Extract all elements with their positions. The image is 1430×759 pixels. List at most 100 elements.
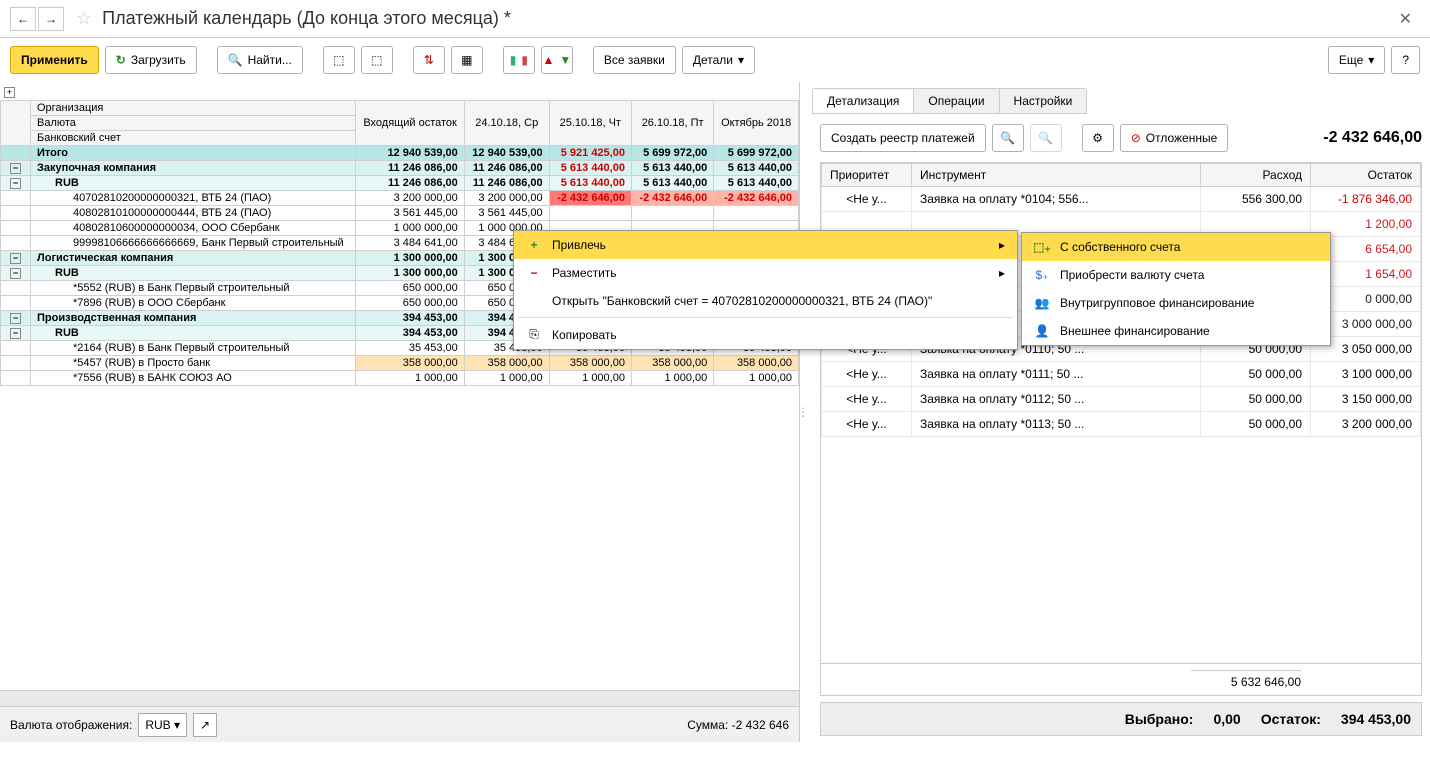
clear-search-icon-button[interactable]: 🔍 [1030,124,1062,152]
toolbar-icon-1[interactable]: ⬚ [323,46,355,74]
cell-value[interactable]: 394 453,00 [356,326,464,341]
cell-value[interactable]: 35 453,00 [356,341,464,356]
cell-value[interactable]: 3 561 445,00 [464,206,549,221]
cell-value[interactable] [631,206,713,221]
more-button[interactable]: Еще▾ [1328,46,1385,74]
ctx-buy-currency[interactable]: $₊ Приобрести валюту счета [1022,261,1330,289]
cell-value[interactable]: 11 246 086,00 [464,161,549,176]
cell-value[interactable]: 5 613 440,00 [631,161,713,176]
cell-value[interactable]: 358 000,00 [714,356,799,371]
cell-value[interactable]: 5 699 972,00 [631,146,713,161]
tree-toggle-icon[interactable]: − [10,163,21,174]
grid-row[interactable]: *5457 (RUB) в Просто банк358 000,00358 0… [1,356,799,371]
cell-value[interactable]: 3 200 000,00 [356,191,464,206]
ctx-external[interactable]: 👤 Внешнее финансирование [1022,317,1330,345]
col-account[interactable]: Банковский счет [31,131,356,146]
detail-row[interactable]: <Не у...Заявка на оплату *0112; 50 ...50… [822,387,1421,412]
help-button[interactable]: ? [1391,46,1420,74]
tree-toggle-icon[interactable]: − [10,328,21,339]
cell-value[interactable] [549,206,631,221]
cell-value[interactable]: -2 432 646,00 [714,191,799,206]
cell-value[interactable]: 1 000,00 [549,371,631,386]
cell-value[interactable]: 358 000,00 [549,356,631,371]
horizontal-scrollbar[interactable] [0,690,799,706]
col-currency[interactable]: Валюта [31,116,356,131]
nav-forward-button[interactable]: → [38,7,64,31]
cell-value[interactable]: 5 613 440,00 [714,176,799,191]
cell-value[interactable]: 358 000,00 [464,356,549,371]
display-currency-select[interactable]: RUB ▾ [138,713,187,737]
col-balance[interactable]: Остаток [1311,164,1421,187]
deferred-button[interactable]: ⊘Отложенные [1120,124,1229,152]
col-instrument[interactable]: Инструмент [912,164,1201,187]
load-button[interactable]: ↻Загрузить [105,46,197,74]
expand-all-icon[interactable]: + [4,87,15,98]
grid-row[interactable]: −Закупочная компания11 246 086,0011 246 … [1,161,799,176]
detail-row[interactable]: <Не у...Заявка на оплату *0104; 556...55… [822,187,1421,212]
tree-toggle-icon[interactable]: − [10,178,21,189]
cell-value[interactable]: 358 000,00 [631,356,713,371]
find-button[interactable]: 🔍Найти... [217,46,303,74]
currency-open-button[interactable]: ↗ [193,713,217,737]
detail-row[interactable]: <Не у...Заявка на оплату *0111; 50 ...50… [822,362,1421,387]
sort-icon-button[interactable]: ▲▼ [541,46,573,74]
cell-value[interactable]: 1 000 000,00 [356,221,464,236]
nav-back-button[interactable]: ← [10,7,36,31]
ctx-attract[interactable]: + Привлечь ▸ [514,231,1017,259]
grid-row[interactable]: *7556 (RUB) в БАНК СОЮЗ АО1 000,001 000,… [1,371,799,386]
cell-value[interactable]: 12 940 539,00 [356,146,464,161]
cell-value[interactable]: 1 300 000,00 [356,266,464,281]
details-button[interactable]: Детали▾ [682,46,755,74]
cell-value[interactable]: 650 000,00 [356,281,464,296]
cell-value[interactable]: 5 699 972,00 [714,146,799,161]
tree-toggle-icon[interactable]: − [10,313,21,324]
ctx-place[interactable]: − Разместить ▸ [514,259,1017,287]
cell-value[interactable]: -2 432 646,00 [549,191,631,206]
tab-detail[interactable]: Детализация [813,89,914,113]
cell-value[interactable]: 5 921 425,00 [549,146,631,161]
chart-icon-button[interactable]: ▮▮ [503,46,535,74]
col-incoming[interactable]: Входящий остаток [356,101,464,146]
gear-icon-button[interactable]: ⚙ [1082,124,1114,152]
cell-value[interactable]: 394 453,00 [356,311,464,326]
cell-value[interactable]: 5 613 440,00 [549,161,631,176]
tab-operations[interactable]: Операции [914,89,999,113]
col-d2[interactable]: 25.10.18, Чт [549,101,631,146]
tree-toggle-icon[interactable]: − [10,268,21,279]
ctx-own-account[interactable]: ⬚₊ С собственного счета [1022,233,1330,261]
all-requests-button[interactable]: Все заявки [593,46,676,74]
close-icon[interactable]: ✕ [1391,5,1420,33]
cell-value[interactable]: 5 613 440,00 [549,176,631,191]
cell-value[interactable]: 1 000,00 [714,371,799,386]
cell-value[interactable]: 12 940 539,00 [464,146,549,161]
toolbar-icon-2[interactable]: ⬚ [361,46,393,74]
cell-value[interactable]: 11 246 086,00 [464,176,549,191]
favorite-star-icon[interactable]: ☆ [76,8,92,29]
ctx-copy[interactable]: ⎘ Копировать [514,320,1017,349]
cell-value[interactable]: 5 613 440,00 [631,176,713,191]
cell-value[interactable] [714,206,799,221]
cell-value[interactable]: 1 000,00 [464,371,549,386]
col-org[interactable]: Организация [31,101,356,116]
tree-toggle-icon[interactable]: − [10,253,21,264]
tab-settings[interactable]: Настройки [1000,89,1087,113]
cell-value[interactable]: 3 484 641,00 [356,236,464,251]
cell-value[interactable]: 5 613 440,00 [714,161,799,176]
grid-row[interactable]: 40802810100000000444, ВТБ 24 (ПАО)3 561 … [1,206,799,221]
grid-row[interactable]: 40702810200000000321, ВТБ 24 (ПАО)3 200 … [1,191,799,206]
col-d1[interactable]: 24.10.18, Ср [464,101,549,146]
toolbar-icon-4[interactable]: ▦ [451,46,483,74]
ctx-open[interactable]: Открыть "Банковский счет = 4070281020000… [514,287,1017,315]
cell-value[interactable]: 358 000,00 [356,356,464,371]
apply-button[interactable]: Применить [10,46,99,74]
toolbar-icon-3[interactable]: ⇅ [413,46,445,74]
cell-value[interactable]: 11 246 086,00 [356,176,464,191]
cell-value[interactable]: 1 000,00 [631,371,713,386]
cell-value[interactable]: 1 000,00 [356,371,464,386]
create-registry-button[interactable]: Создать реестр платежей [820,124,986,152]
col-d3[interactable]: 26.10.18, Пт [631,101,713,146]
ctx-intragroup[interactable]: 👥 Внутригрупповое финансирование [1022,289,1330,317]
grid-row[interactable]: −RUB11 246 086,0011 246 086,005 613 440,… [1,176,799,191]
detail-row[interactable]: <Не у...Заявка на оплату *0113; 50 ...50… [822,412,1421,437]
cell-value[interactable]: 11 246 086,00 [356,161,464,176]
